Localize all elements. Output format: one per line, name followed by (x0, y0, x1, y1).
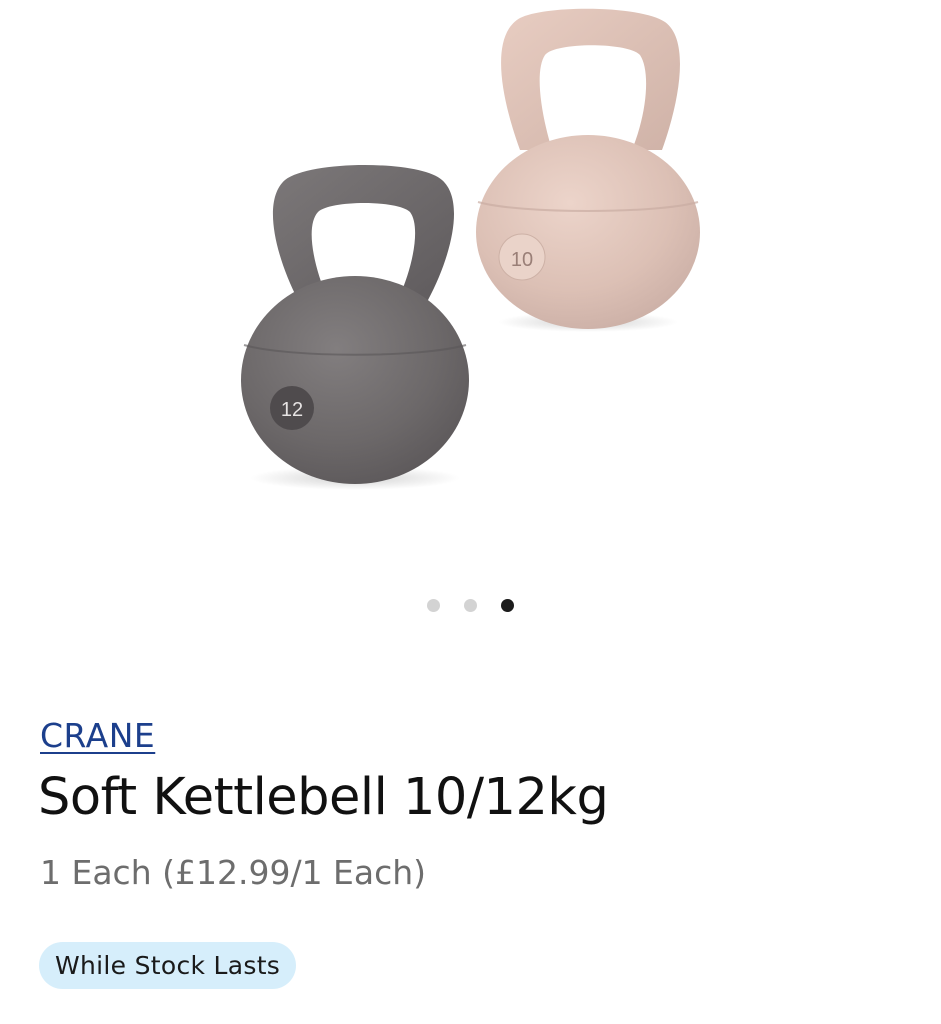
weight-label-10: 10 (511, 249, 533, 271)
gallery-dot-2[interactable] (464, 599, 477, 612)
unit-price: 1 Each (£12.99/1 Each) (40, 853, 427, 892)
weight-label-12: 12 (281, 399, 303, 421)
stock-badge: While Stock Lasts (39, 942, 297, 989)
product-image: 10 12 (241, 8, 700, 490)
product-detail-page: 10 12 CRANE Soft Kettlebell 10/12kg 1 Ea… (0, 0, 941, 1024)
gallery-dot-1[interactable] (427, 599, 440, 612)
gallery-pagination (0, 599, 941, 613)
brand-link[interactable]: CRANE (40, 716, 155, 755)
product-title: Soft Kettlebell 10/12kg (38, 768, 609, 827)
product-image-gallery[interactable]: 10 12 (0, 0, 941, 560)
kettlebell-10kg: 10 (476, 8, 700, 332)
kettlebell-12kg: 12 (241, 165, 469, 490)
gallery-dot-3[interactable] (501, 599, 514, 612)
